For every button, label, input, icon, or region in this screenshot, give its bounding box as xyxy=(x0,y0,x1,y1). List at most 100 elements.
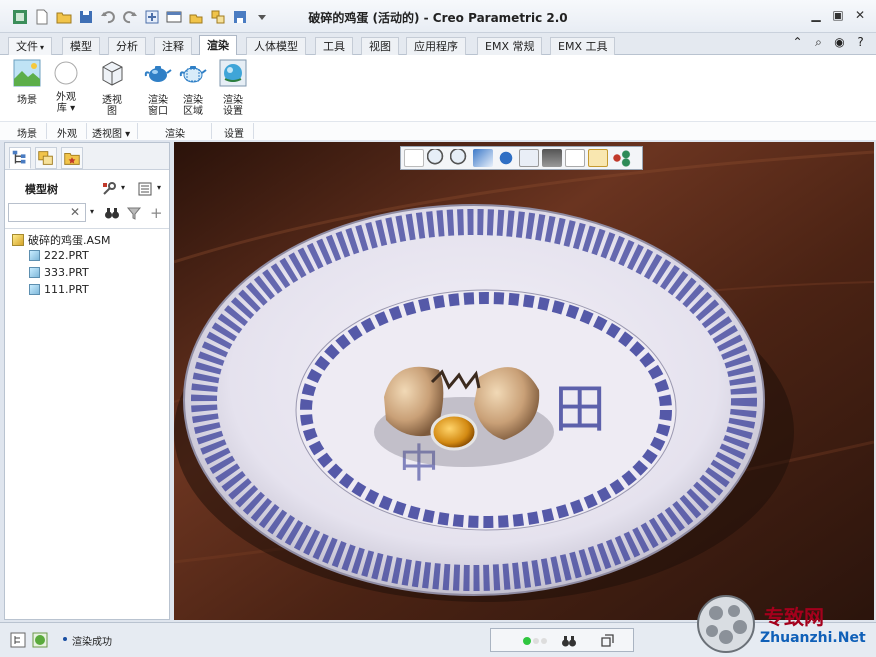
tab-applications[interactable]: 应用程序 xyxy=(406,37,466,55)
binoculars-icon[interactable] xyxy=(104,205,120,221)
assembly-icon xyxy=(12,234,24,246)
chevron-down-icon[interactable]: ▾ xyxy=(121,183,125,192)
plate-character: 田 xyxy=(554,380,606,440)
perspective-icon xyxy=(102,61,123,86)
group-appearance[interactable]: 外观 xyxy=(57,125,77,140)
status-message: 渲染成功 xyxy=(72,637,112,648)
tree-item[interactable]: 111.PRT xyxy=(29,283,89,296)
status-dot xyxy=(541,638,547,644)
divider xyxy=(5,228,169,229)
perspective-view-icon[interactable] xyxy=(565,149,585,167)
tree-item[interactable]: 333.PRT xyxy=(29,266,89,279)
annotation-display-icon[interactable] xyxy=(611,149,631,167)
community-icon[interactable]: ◉ xyxy=(832,35,847,50)
favorites-tab[interactable] xyxy=(61,147,83,169)
part-icon xyxy=(29,267,40,278)
title-bar: 破碎的鸡蛋 (活动的) - Creo Parametric 2.0 ▁ ▣ ✕ xyxy=(0,0,876,33)
watermark-logo-icon xyxy=(697,595,755,653)
ribbon-group-labels: 场景 外观 透视图 ▾ 渲染 设置 xyxy=(0,121,876,140)
window-title: 破碎的鸡蛋 (活动的) - Creo Parametric 2.0 xyxy=(308,11,568,25)
rendered-scene: 田 中 xyxy=(174,142,874,620)
group-separator xyxy=(86,123,87,139)
tree-root-assembly[interactable]: 破碎的鸡蛋.ASM xyxy=(12,232,111,248)
tree-root-label: 破碎的鸡蛋.ASM xyxy=(28,234,111,247)
render-region-label: 渲染 区域 xyxy=(183,95,203,117)
folder-browser-tab[interactable] xyxy=(35,147,57,169)
group-perspective[interactable]: 透视图 ▾ xyxy=(92,125,130,140)
saved-orientations-icon[interactable] xyxy=(519,149,539,167)
model-tree-tab[interactable] xyxy=(9,147,31,169)
scene-button[interactable]: 场景 xyxy=(9,59,45,106)
help-icon[interactable]: ? xyxy=(853,35,868,50)
show-browser-icon[interactable] xyxy=(32,632,48,648)
teapot-region-icon xyxy=(179,66,207,83)
part-icon xyxy=(29,284,40,295)
tab-analysis[interactable]: 分析 xyxy=(108,37,146,55)
scene-icon xyxy=(13,59,41,87)
render-settings-button[interactable]: 渲染 设置 xyxy=(215,59,251,117)
tree-settings-icon[interactable] xyxy=(101,181,117,197)
collapse-ribbon-icon[interactable]: ⌃ xyxy=(790,35,805,50)
tab-emx-general[interactable]: EMX 常规 xyxy=(477,37,543,55)
clear-search-icon[interactable]: ✕ xyxy=(70,205,80,219)
chevron-down-icon[interactable]: ▾ xyxy=(90,207,94,216)
selection-icon[interactable] xyxy=(599,633,615,649)
perspective-button[interactable]: 透视 图 xyxy=(94,59,130,117)
tab-model[interactable]: 模型 xyxy=(62,37,100,55)
find-icon[interactable] xyxy=(561,633,577,649)
favorites-icon xyxy=(64,153,80,165)
refit-icon[interactable] xyxy=(404,149,424,167)
tab-render[interactable]: 渲染 xyxy=(199,35,237,56)
tree-item-label: 333.PRT xyxy=(44,266,89,279)
graphics-viewport[interactable]: 田 中 xyxy=(174,142,874,620)
part-icon xyxy=(29,250,40,261)
show-list-icon[interactable] xyxy=(137,181,153,197)
render-window-button[interactable]: 渲染 窗口 xyxy=(140,59,176,117)
help-icons: ⌃ ⌕ ◉ ? xyxy=(790,35,868,50)
watermark-url: Zhuanzhi.Net xyxy=(760,630,866,646)
tree-item-label: 111.PRT xyxy=(44,283,89,296)
view-toolbar xyxy=(400,146,643,170)
navigator-tabs xyxy=(5,143,169,170)
group-render[interactable]: 渲染 xyxy=(165,125,185,140)
render-settings-label: 渲染 设置 xyxy=(223,95,243,117)
tab-view[interactable]: 视图 xyxy=(361,37,399,55)
render-region-button[interactable]: 渲染 区域 xyxy=(175,59,211,117)
search-icon[interactable]: ⌕ xyxy=(811,35,826,50)
tree-icon xyxy=(12,150,26,164)
tree-search-input[interactable]: ✕ xyxy=(8,203,86,222)
repaint-icon[interactable] xyxy=(473,149,493,167)
tab-tools[interactable]: 工具 xyxy=(315,37,353,55)
show-navigator-icon[interactable] xyxy=(10,632,26,648)
appearance-sphere-icon xyxy=(54,61,78,85)
folder-browser-icon xyxy=(38,151,53,165)
perspective-label: 透视 图 xyxy=(102,95,122,117)
group-scene[interactable]: 场景 xyxy=(17,125,37,140)
group-settings[interactable]: 设置 xyxy=(224,125,244,140)
zoom-in-icon[interactable] xyxy=(427,149,447,167)
tree-item[interactable]: 222.PRT xyxy=(29,249,89,262)
minimize-icon[interactable]: ▁ xyxy=(807,8,825,24)
tab-annotate[interactable]: 注释 xyxy=(154,37,192,55)
view-manager-icon[interactable] xyxy=(542,149,562,167)
tab-file[interactable]: 文件 xyxy=(8,37,53,55)
maximize-icon[interactable]: ▣ xyxy=(829,8,847,24)
render-settings-icon xyxy=(219,59,247,87)
display-style-icon[interactable] xyxy=(496,149,516,167)
tab-emx-tools[interactable]: EMX 工具 xyxy=(550,37,616,55)
datum-display-icon[interactable] xyxy=(588,149,608,167)
message-bullet xyxy=(63,637,67,641)
regen-status-indicator xyxy=(523,637,531,645)
filter-icon[interactable] xyxy=(126,205,142,221)
render-window-label: 渲染 窗口 xyxy=(148,95,168,117)
tab-manikin[interactable]: 人体模型 xyxy=(246,37,306,55)
watermark-text: 专致网 xyxy=(764,605,824,629)
teapot-render-icon xyxy=(144,66,172,82)
close-icon[interactable]: ✕ xyxy=(851,8,869,24)
ribbon-tabs: 文件 模型 分析 注释 渲染 人体模型 工具 视图 应用程序 EMX 常规 EM… xyxy=(0,33,876,56)
zoom-out-icon[interactable] xyxy=(450,149,470,167)
chevron-down-icon[interactable]: ▾ xyxy=(157,183,161,192)
plus-icon[interactable]: + xyxy=(150,204,163,222)
egg-yolk xyxy=(430,413,478,451)
group-separator xyxy=(253,123,254,139)
